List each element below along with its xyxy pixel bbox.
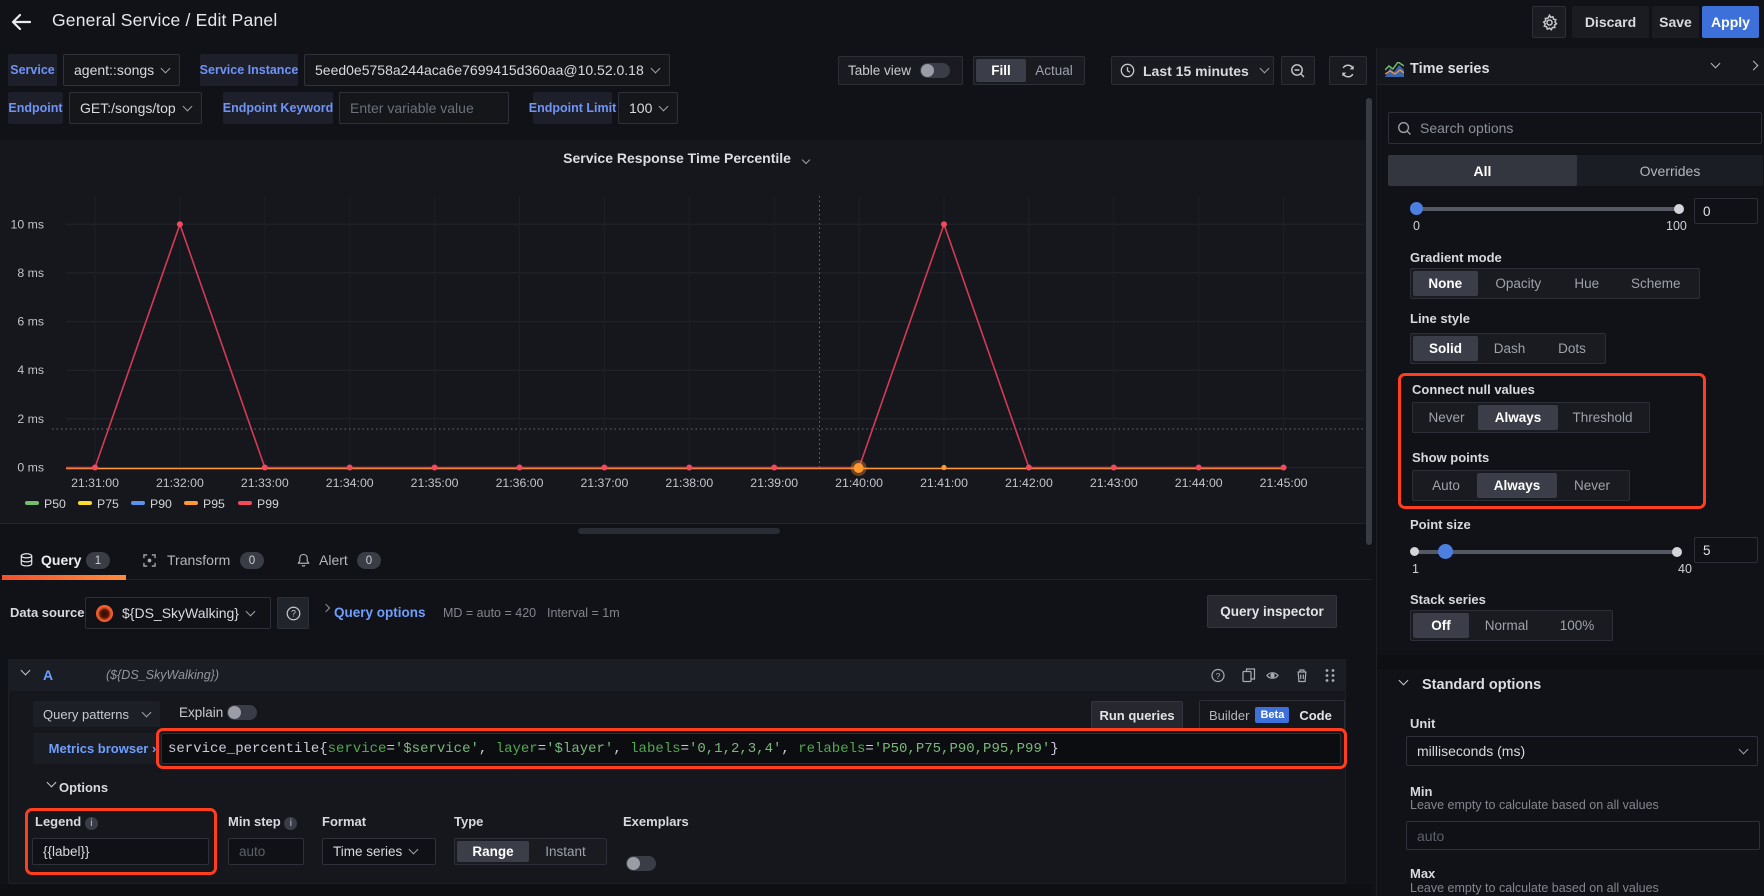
svg-text:21:35:00: 21:35:00 bbox=[411, 476, 459, 490]
svg-text:21:37:00: 21:37:00 bbox=[580, 476, 628, 490]
svg-text:P75: P75 bbox=[97, 497, 119, 511]
svg-text:21:43:00: 21:43:00 bbox=[1090, 476, 1138, 490]
svg-text:21:32:00: 21:32:00 bbox=[156, 476, 204, 490]
svg-text:6 ms: 6 ms bbox=[17, 315, 44, 329]
svg-text:2 ms: 2 ms bbox=[17, 412, 44, 426]
svg-text:21:38:00: 21:38:00 bbox=[665, 476, 713, 490]
svg-text:P90: P90 bbox=[150, 497, 172, 511]
svg-text:4 ms: 4 ms bbox=[17, 363, 44, 377]
svg-text:21:44:00: 21:44:00 bbox=[1175, 476, 1223, 490]
svg-text:P95: P95 bbox=[203, 497, 225, 511]
svg-text:21:31:00: 21:31:00 bbox=[71, 476, 119, 490]
svg-text:?: ? bbox=[1216, 671, 1221, 681]
svg-text:P99: P99 bbox=[257, 497, 279, 511]
svg-text:0 ms: 0 ms bbox=[17, 461, 44, 475]
svg-text:21:45:00: 21:45:00 bbox=[1260, 476, 1308, 490]
svg-text:P50: P50 bbox=[44, 497, 66, 511]
svg-text:21:36:00: 21:36:00 bbox=[496, 476, 544, 490]
svg-text:21:39:00: 21:39:00 bbox=[750, 476, 798, 490]
svg-text:21:33:00: 21:33:00 bbox=[241, 476, 289, 490]
svg-text:21:41:00: 21:41:00 bbox=[920, 476, 968, 490]
svg-text:21:42:00: 21:42:00 bbox=[1005, 476, 1053, 490]
svg-text:?: ? bbox=[291, 608, 296, 618]
svg-text:8 ms: 8 ms bbox=[17, 266, 44, 280]
svg-text:10 ms: 10 ms bbox=[11, 217, 45, 231]
svg-text:21:34:00: 21:34:00 bbox=[326, 476, 374, 490]
svg-text:21:40:00: 21:40:00 bbox=[835, 476, 883, 490]
